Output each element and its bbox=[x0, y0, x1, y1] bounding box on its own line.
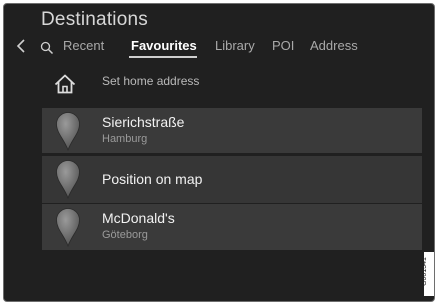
set-home-address-label: Set home address bbox=[102, 74, 200, 88]
tab-recent[interactable]: Recent bbox=[63, 38, 104, 53]
map-pin-icon bbox=[56, 160, 80, 199]
favourite-item[interactable]: Sierichstraße Hamburg bbox=[42, 108, 422, 153]
tab-poi[interactable]: POI bbox=[272, 38, 294, 53]
image-code-label: G061341 bbox=[420, 252, 434, 296]
favourite-title: McDonald's bbox=[102, 210, 175, 226]
favourite-item[interactable]: Position on map bbox=[42, 156, 422, 203]
search-icon[interactable] bbox=[40, 41, 54, 55]
image-code-text: G061341 bbox=[420, 257, 428, 286]
tab-address[interactable]: Address bbox=[310, 38, 358, 53]
active-tab-indicator bbox=[129, 56, 197, 58]
favourite-subtitle: Hamburg bbox=[102, 133, 148, 145]
map-pin-icon bbox=[56, 208, 80, 247]
favourite-title: Sierichstraße bbox=[102, 114, 185, 130]
home-icon bbox=[54, 74, 76, 94]
favourite-item[interactable]: McDonald's Göteborg bbox=[42, 204, 422, 250]
favourite-subtitle: Göteborg bbox=[102, 229, 148, 241]
destinations-screen: Destinations Recent Favourites Library P… bbox=[3, 3, 435, 302]
chevron-left-icon[interactable] bbox=[16, 38, 26, 54]
tab-favourites[interactable]: Favourites bbox=[131, 38, 197, 53]
set-home-address-item[interactable]: Set home address bbox=[42, 66, 422, 106]
tab-library[interactable]: Library bbox=[215, 38, 255, 53]
tab-bar: Recent Favourites Library POI Address bbox=[4, 34, 434, 58]
favourite-title: Position on map bbox=[102, 171, 203, 187]
page-title: Destinations bbox=[41, 9, 148, 30]
map-pin-icon bbox=[56, 112, 80, 151]
